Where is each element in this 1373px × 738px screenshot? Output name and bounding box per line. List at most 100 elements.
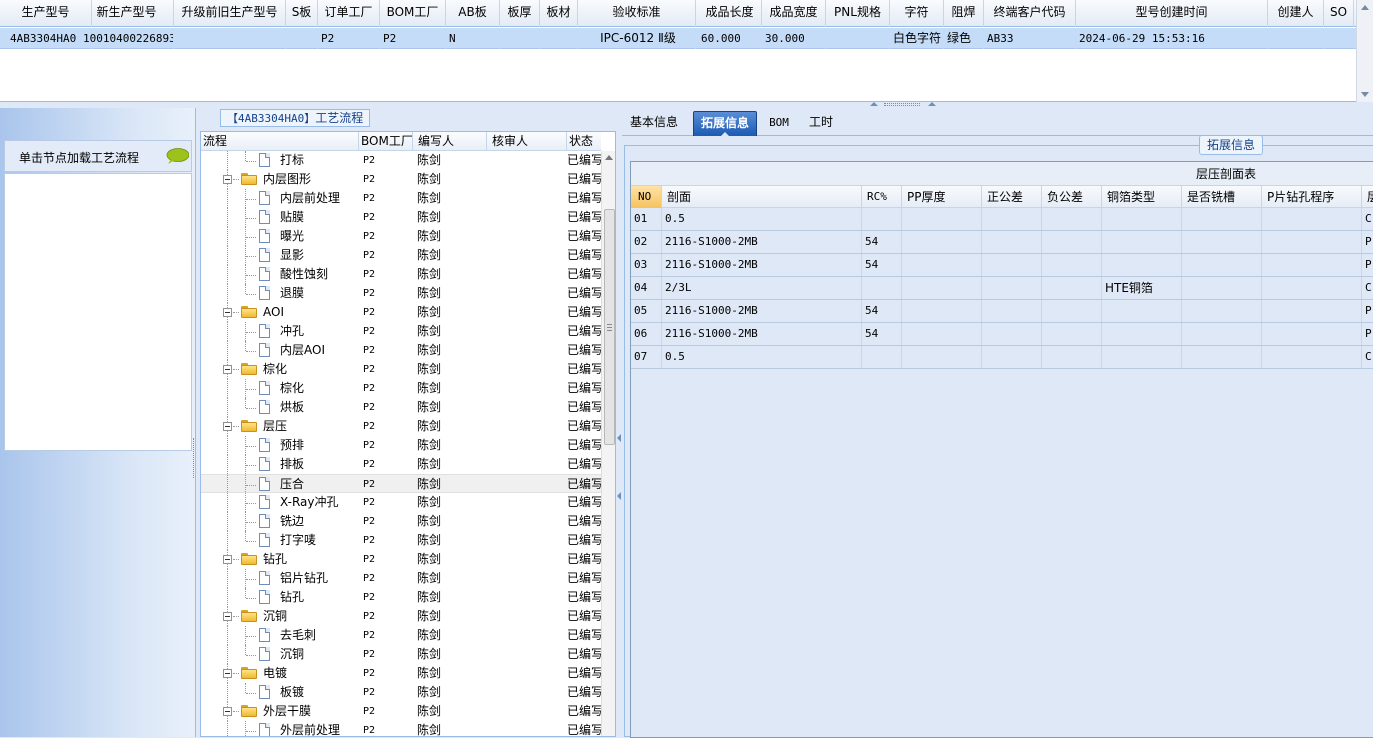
stack-cell[interactable] (1182, 231, 1262, 253)
stack-cell[interactable]: 06 (631, 323, 662, 345)
tree-node-step[interactable]: 烘板 P2 陈剑 已编写 (201, 398, 601, 417)
stack-cell[interactable] (1102, 346, 1182, 368)
stack-cell[interactable] (862, 208, 902, 230)
stack-cell[interactable]: C (1362, 277, 1373, 299)
model-grid-cell[interactable]: 10010400226893 (80, 28, 174, 49)
stack-cell[interactable] (862, 346, 902, 368)
model-grid-cell[interactable]: 30.000 (762, 28, 826, 49)
tree-node-step[interactable]: 压合 P2 陈剑 已编写 (201, 474, 601, 494)
collapse-left-icon[interactable] (617, 434, 621, 442)
model-grid-cell[interactable] (540, 28, 578, 49)
stack-table-row[interactable]: 04 2/3L HTE铜箔 C (631, 277, 1373, 300)
stack-cell[interactable]: 2116-S1000-2MB (662, 231, 862, 253)
stack-cell[interactable]: 0.5 (662, 346, 862, 368)
tree-node-step[interactable]: 酸性蚀刻 P2 陈剑 已编写 (201, 265, 601, 284)
stack-cell[interactable] (1182, 346, 1262, 368)
stack-cell[interactable] (1102, 254, 1182, 276)
stack-cell[interactable] (1042, 346, 1102, 368)
tree-node-group[interactable]: 层压 P2 陈剑 已编写 (201, 417, 601, 436)
scroll-thumb[interactable] (604, 209, 615, 445)
stack-cell[interactable] (1102, 300, 1182, 322)
collapse-icon[interactable] (223, 669, 232, 678)
tree-node-step[interactable]: 打字唛 P2 陈剑 已编写 (201, 531, 601, 550)
stack-cell[interactable] (982, 346, 1042, 368)
tree-node-step[interactable]: 内层AOI P2 陈剑 已编写 (201, 341, 601, 360)
stack-cell[interactable] (862, 277, 902, 299)
collapse-icon[interactable] (223, 175, 232, 184)
tab-extended-info[interactable]: 拓展信息 (693, 111, 757, 137)
stack-cell[interactable] (982, 277, 1042, 299)
model-grid-col-3[interactable]: S板 (286, 0, 318, 27)
stack-cell[interactable]: 07 (631, 346, 662, 368)
model-grid-col-15[interactable]: 终端客户代码 (984, 0, 1076, 27)
stack-col-8[interactable]: P片钻孔程序 (1262, 186, 1362, 208)
stack-table-row[interactable]: 03 2116-S1000-2MB 54 P (631, 254, 1373, 277)
model-grid-col-8[interactable]: 板材 (540, 0, 578, 27)
tree-node-group[interactable]: AOI P2 陈剑 已编写 (201, 303, 601, 322)
tree-node-step[interactable]: 去毛刺 P2 陈剑 已编写 (201, 626, 601, 645)
stack-cell[interactable]: 54 (862, 254, 902, 276)
model-grid-cell[interactable]: P2 (318, 28, 380, 49)
tab-bom[interactable]: BOM (769, 116, 789, 129)
model-grid-col-2[interactable]: 升级前旧生产型号 (174, 0, 286, 27)
scroll-down-icon[interactable] (1361, 92, 1369, 97)
tree-node-group[interactable]: 沉铜 P2 陈剑 已编写 (201, 607, 601, 626)
tree-node-step[interactable]: 显影 P2 陈剑 已编写 (201, 246, 601, 265)
side-panel-header[interactable]: 单击节点加载工艺流程 (4, 140, 192, 172)
model-grid-col-6[interactable]: AB板 (446, 0, 500, 27)
collapse-up-icon[interactable] (928, 102, 936, 106)
stack-table-row[interactable]: 06 2116-S1000-2MB 54 P (631, 323, 1373, 346)
tab-basic-info[interactable]: 基本信息 (628, 111, 680, 136)
stack-cell[interactable]: 03 (631, 254, 662, 276)
stack-cell[interactable] (982, 231, 1042, 253)
tree-node-step[interactable]: 排板 P2 陈剑 已编写 (201, 455, 601, 474)
model-grid-row[interactable]: 4AB3304HA0 10010400226893 P2 P2 N IPC-6012 Ⅱ级… (0, 28, 1373, 49)
stack-cell[interactable]: P (1362, 254, 1373, 276)
stack-cell[interactable] (1042, 300, 1102, 322)
stack-cell[interactable] (1262, 346, 1362, 368)
stack-cell[interactable]: 04 (631, 277, 662, 299)
stack-cell[interactable] (1262, 231, 1362, 253)
tree-node-step[interactable]: 棕化 P2 陈剑 已编写 (201, 379, 601, 398)
stack-cell[interactable] (1262, 208, 1362, 230)
model-grid-col-7[interactable]: 板厚 (500, 0, 540, 27)
tree-node-group[interactable]: 外层干膜 P2 陈剑 已编写 (201, 702, 601, 721)
model-grid-col-13[interactable]: 字符 (890, 0, 944, 27)
scroll-up-icon[interactable] (1361, 5, 1369, 10)
collapse-icon[interactable] (223, 422, 232, 431)
stack-cell[interactable] (1102, 323, 1182, 345)
stack-cell[interactable] (1262, 277, 1362, 299)
model-grid-col-16[interactable]: 型号创建时间 (1076, 0, 1268, 27)
model-grid-cell[interactable]: IPC-6012 Ⅱ级 (578, 28, 696, 49)
stack-cell[interactable] (1262, 300, 1362, 322)
model-grid-cell[interactable] (1324, 28, 1354, 49)
model-grid-col-10[interactable]: 成品长度 (698, 0, 762, 27)
stack-cell[interactable] (982, 323, 1042, 345)
stack-cell[interactable]: 54 (862, 323, 902, 345)
stack-cell[interactable]: 54 (862, 300, 902, 322)
model-grid-cell[interactable] (826, 28, 890, 49)
model-grid-col-12[interactable]: PNL规格 (826, 0, 890, 27)
model-grid-cell[interactable]: 2024-06-29 15:53:16 (1076, 28, 1268, 49)
stack-cell[interactable]: 54 (862, 231, 902, 253)
model-grid-col-18[interactable]: SO (1324, 0, 1354, 27)
model-grid-cell[interactable]: 4AB3304HA0 (0, 28, 92, 49)
collapse-icon[interactable] (223, 612, 232, 621)
stack-cell[interactable] (1102, 231, 1182, 253)
tree-node-step[interactable]: 曝光 P2 陈剑 已编写 (201, 227, 601, 246)
stack-cell[interactable]: 05 (631, 300, 662, 322)
model-grid-cell[interactable] (286, 28, 318, 49)
tree-node-step[interactable]: 铣边 P2 陈剑 已编写 (201, 512, 601, 531)
stack-table-row[interactable]: 01 0.5 C (631, 208, 1373, 231)
col-process[interactable]: 流程 (201, 132, 359, 151)
stack-cell[interactable] (1182, 254, 1262, 276)
stack-cell[interactable] (1182, 300, 1262, 322)
tree-node-group[interactable]: 内层图形 P2 陈剑 已编写 (201, 170, 601, 189)
col-reviewer[interactable]: 核审人 (487, 132, 567, 151)
model-grid-cell[interactable]: 60.000 (698, 28, 762, 49)
tree-node-step[interactable]: 打标 P2 陈剑 已编写 (201, 151, 601, 170)
stack-cell[interactable]: P (1362, 300, 1373, 322)
tree-node-step[interactable]: 板镀 P2 陈剑 已编写 (201, 683, 601, 702)
stack-cell[interactable] (982, 300, 1042, 322)
stack-cell[interactable] (902, 323, 982, 345)
